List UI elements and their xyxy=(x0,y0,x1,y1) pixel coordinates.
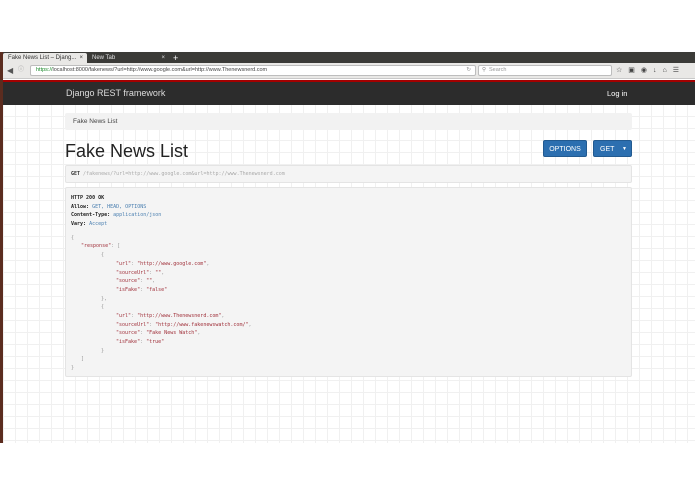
browser-window: Fake News List – Djang... × New Tab × + … xyxy=(0,52,695,443)
response-status: HTTP 200 OK xyxy=(71,195,105,201)
json-punct: , xyxy=(206,260,210,267)
response-header: Content-Type: application/json xyxy=(71,211,626,220)
json-line: }, xyxy=(71,295,626,304)
header-value: application/json xyxy=(110,212,162,219)
json-key: "isFake" xyxy=(116,339,141,345)
json-str: "false" xyxy=(146,286,168,293)
login-link[interactable]: Log in xyxy=(607,89,627,98)
tab-title: New Tab xyxy=(92,55,116,61)
home-icon[interactable]: ⌂ xyxy=(663,66,667,75)
browser-toolbar: ◀ ⓘ https://localhost:8000/fakenews/?url… xyxy=(3,63,695,79)
tab-fake-news-list[interactable]: Fake News List – Djang... × xyxy=(3,53,87,63)
breadcrumb: Fake News List xyxy=(65,113,632,130)
json-punct: , xyxy=(161,269,165,276)
json-punct: { xyxy=(101,304,105,311)
page-title: Fake News List xyxy=(65,141,189,161)
tab-bar: Fake News List – Djang... × New Tab × + xyxy=(3,52,695,63)
request-path: /fakenews/?url=http://www.google.com&url… xyxy=(83,171,285,177)
header-key: Vary: xyxy=(71,221,87,228)
json-key: "url" xyxy=(116,260,132,267)
json-str: "http://www.Thenewsnerd.com" xyxy=(137,312,222,319)
brand-link[interactable]: Django REST framework xyxy=(66,88,165,98)
breadcrumb-item[interactable]: Fake News List xyxy=(73,118,117,125)
bookmark-star-icon[interactable]: ☆ xyxy=(616,66,622,75)
header-key: Content-Type: xyxy=(71,212,111,219)
json-line: { xyxy=(71,303,626,312)
header-value: Accept xyxy=(86,221,108,228)
json-punct: } xyxy=(101,347,105,354)
get-label: GET xyxy=(600,146,615,153)
json-line: { xyxy=(71,251,626,260)
back-icon[interactable]: ◀ xyxy=(7,66,13,75)
response-header: Allow: GET, HEAD, OPTIONS xyxy=(71,203,626,212)
json-line: "sourceUrl": "http://www.fakenewswatch.c… xyxy=(71,321,626,330)
tab-new-tab[interactable]: New Tab × xyxy=(87,53,169,63)
response-body: {"response": [{"url": "http://www.google… xyxy=(71,234,626,373)
json-line: "sourceUrl": "", xyxy=(71,269,626,278)
pocket-icon[interactable]: ◉ xyxy=(641,66,647,75)
header-value: GET, HEAD, OPTIONS xyxy=(89,203,147,210)
close-tab-icon[interactable]: × xyxy=(79,53,83,63)
response-header: Vary: Accept xyxy=(71,220,626,229)
json-key: "url" xyxy=(116,312,132,319)
json-line: "url": "http://www.Thenewsnerd.com", xyxy=(71,312,626,321)
json-str: "http://www.google.com" xyxy=(137,260,207,267)
json-punct: } xyxy=(71,365,75,372)
request-method: GET xyxy=(71,171,81,177)
json-punct: : [ xyxy=(111,243,121,250)
json-line: } xyxy=(71,364,626,373)
json-line: "response": [ xyxy=(71,242,626,251)
json-key: "source" xyxy=(116,330,141,337)
json-key: "source" xyxy=(116,278,141,285)
options-button[interactable]: OPTIONS xyxy=(543,140,587,157)
close-tab-icon[interactable]: × xyxy=(161,53,165,63)
search-placeholder: Search xyxy=(489,67,507,73)
search-icon: ⚲ xyxy=(482,67,487,73)
search-input[interactable]: ⚲ Search xyxy=(478,65,612,76)
caret-down-icon[interactable]: ▼ xyxy=(622,141,627,158)
json-punct: { xyxy=(101,252,105,259)
reload-icon[interactable]: ↻ xyxy=(466,66,471,75)
json-str: "Fake News Watch" xyxy=(146,330,198,337)
json-punct: , xyxy=(221,312,225,319)
toolbar-icons: ☆ ▣ ◉ ↓ ⌂ ☰ xyxy=(616,66,679,75)
info-icon[interactable]: ⓘ xyxy=(18,66,24,75)
url-bar[interactable]: https://localhost:8000/fakenews/?url=htt… xyxy=(30,65,476,76)
page-content: Django REST framework Log in Fake News L… xyxy=(3,80,695,443)
json-punct: , xyxy=(152,278,156,285)
json-key: "sourceUrl" xyxy=(116,269,150,276)
get-button[interactable]: GET ▼ xyxy=(593,140,632,157)
json-line: { xyxy=(71,234,626,243)
json-key: "isFake" xyxy=(116,286,141,293)
json-key: "sourceUrl" xyxy=(116,321,150,328)
json-punct: , xyxy=(197,330,201,337)
json-str: "http://www.fakenewswatch.com/" xyxy=(155,321,249,328)
url-protocol: https:// xyxy=(36,67,53,73)
json-key: "response" xyxy=(81,243,112,250)
json-line: "url": "http://www.google.com", xyxy=(71,260,626,269)
json-line: "source": "Fake News Watch", xyxy=(71,329,626,338)
menu-icon[interactable]: ☰ xyxy=(673,66,679,75)
request-info: GET /fakenews/?url=http://www.google.com… xyxy=(65,165,632,183)
download-icon[interactable]: ↓ xyxy=(653,66,657,75)
json-str: "true" xyxy=(146,339,165,345)
json-line: ] xyxy=(71,355,626,364)
json-punct: , xyxy=(248,321,252,328)
json-punct: ] xyxy=(81,356,85,363)
response-headers: Allow: GET, HEAD, OPTIONS Content-Type: a… xyxy=(71,203,626,229)
tab-title: Fake News List – Djang... xyxy=(8,55,77,61)
json-punct: { xyxy=(71,234,75,241)
header-key: Allow: xyxy=(71,203,90,210)
url-text: localhost:8000/fakenews/?url=http://www.… xyxy=(52,67,268,73)
new-tab-button[interactable]: + xyxy=(169,53,182,63)
reading-list-icon[interactable]: ▣ xyxy=(628,66,635,75)
response-info: HTTP 200 OK Allow: GET, HEAD, OPTIONS Con… xyxy=(65,187,632,377)
json-line: "isFake": "true" xyxy=(71,338,626,347)
json-line: } xyxy=(71,347,626,356)
json-line: "isFake": "false" xyxy=(71,286,626,295)
drf-navbar: Django REST framework Log in xyxy=(3,80,695,105)
json-punct: }, xyxy=(101,295,108,302)
json-line: "source": "", xyxy=(71,277,626,286)
